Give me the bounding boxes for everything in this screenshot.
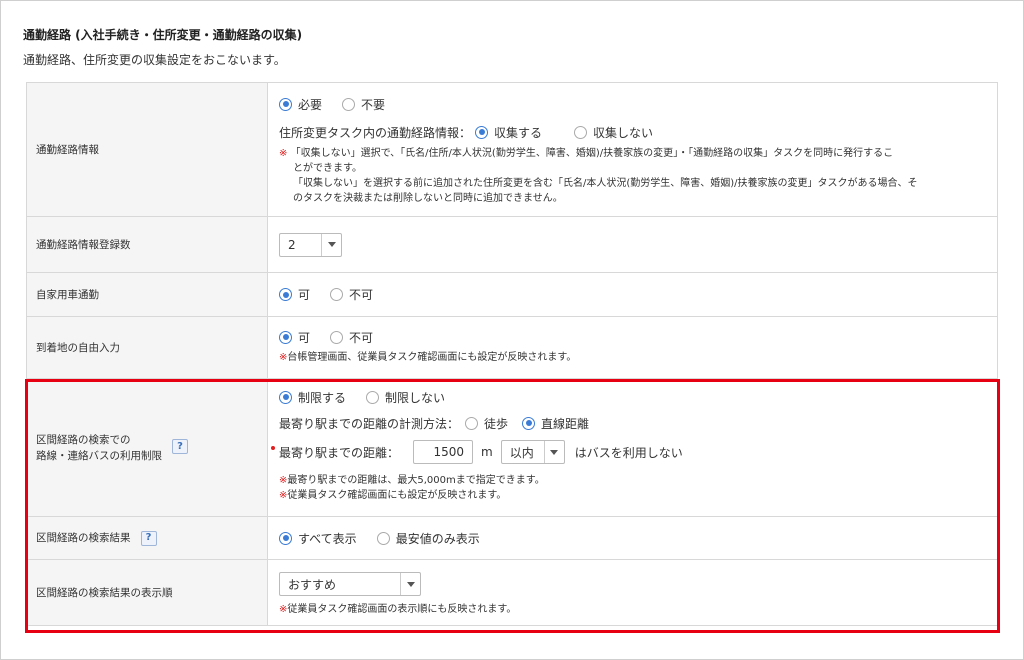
radio-dot (366, 390, 380, 404)
chevron-down-icon (543, 441, 564, 463)
row-commute-info: 通勤経路情報 必要 不要 住所変更タスク内の通勤経路情報： 収集する 収集しない… (26, 83, 998, 217)
section-title: 通勤経路 (入社手続き・住所変更・通勤経路の収集) (23, 28, 303, 42)
distance-label: 最寄り駅までの距離： (279, 445, 400, 460)
settings-panel: 通勤経路 (入社手続き・住所変更・通勤経路の収集) 通勤経路、住所変更の収集設定… (0, 0, 1024, 660)
arrival-note: ※台帳管理画面、従業員タスク確認画面にも設定が反映されます。 (279, 352, 577, 363)
row-register-count: 通勤経路情報登録数 2 (26, 217, 998, 273)
radio-car-yes[interactable]: 可 (279, 286, 310, 303)
radio-dot-selected (475, 125, 489, 139)
radio-show-all[interactable]: すべて表示 (279, 530, 357, 547)
radio-arrival-yes[interactable]: 可 (279, 329, 310, 346)
required-dot (271, 446, 275, 450)
label-private-car: 自家用車通勤 (27, 273, 268, 316)
radio-dot-selected (279, 531, 292, 545)
radio-dot (330, 330, 344, 344)
chevron-down-icon (400, 573, 420, 595)
radio-no-limit[interactable]: 制限しない (366, 389, 445, 406)
within-select[interactable]: 以内 (500, 440, 565, 464)
label-free-arrival: 到着地の自由入力 (27, 317, 268, 378)
label-bus-limit: 区間経路の検索での 路線・連絡バスの利用制限 ? (27, 379, 268, 516)
help-icon[interactable]: ? (172, 439, 188, 454)
label-commute-info: 通勤経路情報 (27, 83, 268, 216)
radio-dot (376, 531, 390, 545)
result-order-select[interactable]: おすすめ (279, 572, 421, 596)
label-result-order: 区間経路の検索結果の表示順 (27, 560, 268, 625)
bus-suffix: はバスを利用しない (574, 445, 683, 460)
radio-not-required[interactable]: 不要 (342, 96, 385, 113)
order-note: ※従業員タスク確認画面の表示順にも反映されます。 (279, 604, 517, 615)
register-count-select[interactable]: 2 (279, 232, 342, 257)
method-label: 最寄り駅までの距離の計測方法： (279, 416, 460, 431)
bus-note: ※最寄り駅までの距離は、最大5,000mまで指定できます。 ※従業員タスク確認画… (279, 475, 545, 501)
row-result-order: 区間経路の検索結果の表示順 おすすめ ※従業員タスク確認画面の表示順にも反映され… (26, 560, 998, 626)
radio-dot (574, 125, 588, 139)
radio-straight[interactable]: 直線距離 (522, 415, 589, 432)
label-search-result: 区間経路の検索結果 ? (27, 517, 268, 559)
distance-unit: m (481, 445, 493, 459)
row-search-result: 区間経路の検索結果 ? すべて表示 最安値のみ表示 (26, 517, 998, 560)
radio-required[interactable]: 必要 (279, 96, 322, 113)
radio-car-no[interactable]: 不可 (330, 286, 373, 303)
collect-label: 住所変更タスク内の通勤経路情報： (279, 125, 472, 140)
row-bus-limit: 区間経路の検索での 路線・連絡バスの利用制限 ? 制限する 制限しない 最寄り駅… (26, 379, 998, 517)
radio-not-collect[interactable]: 収集しない (574, 124, 653, 141)
radio-walk[interactable]: 徒歩 (465, 415, 508, 432)
label-register-count: 通勤経路情報登録数 (27, 217, 268, 272)
commute-note: ※ 「収集しない」選択で、「氏名/住所/本人状況(勤労学生、障害、婚姻)/扶養家… (279, 148, 918, 204)
chevron-down-icon (321, 233, 341, 256)
radio-limit[interactable]: 制限する (279, 389, 346, 406)
radio-dot-selected (279, 288, 292, 301)
radio-dot (330, 288, 344, 301)
settings-table: 通勤経路情報 必要 不要 住所変更タスク内の通勤経路情報： 収集する 収集しない… (26, 82, 998, 626)
section-description: 通勤経路、住所変更の収集設定をおこないます。 (23, 53, 286, 67)
radio-dot (342, 97, 356, 111)
radio-collect[interactable]: 収集する (475, 124, 542, 141)
radio-dot-selected (279, 330, 292, 344)
help-icon[interactable]: ? (140, 530, 157, 546)
row-private-car: 自家用車通勤 可 不可 (26, 273, 998, 317)
radio-dot-selected (279, 390, 292, 404)
radio-cheapest[interactable]: 最安値のみ表示 (376, 530, 480, 547)
radio-arrival-no[interactable]: 不可 (330, 329, 373, 346)
distance-input[interactable]: 1500 (413, 440, 474, 464)
radio-dot-selected (522, 416, 536, 430)
radio-dot (465, 416, 479, 430)
radio-dot-selected (279, 97, 292, 111)
row-free-arrival: 到着地の自由入力 可 不可 ※台帳管理画面、従業員タスク確認画面にも設定が反映さ… (26, 317, 998, 379)
